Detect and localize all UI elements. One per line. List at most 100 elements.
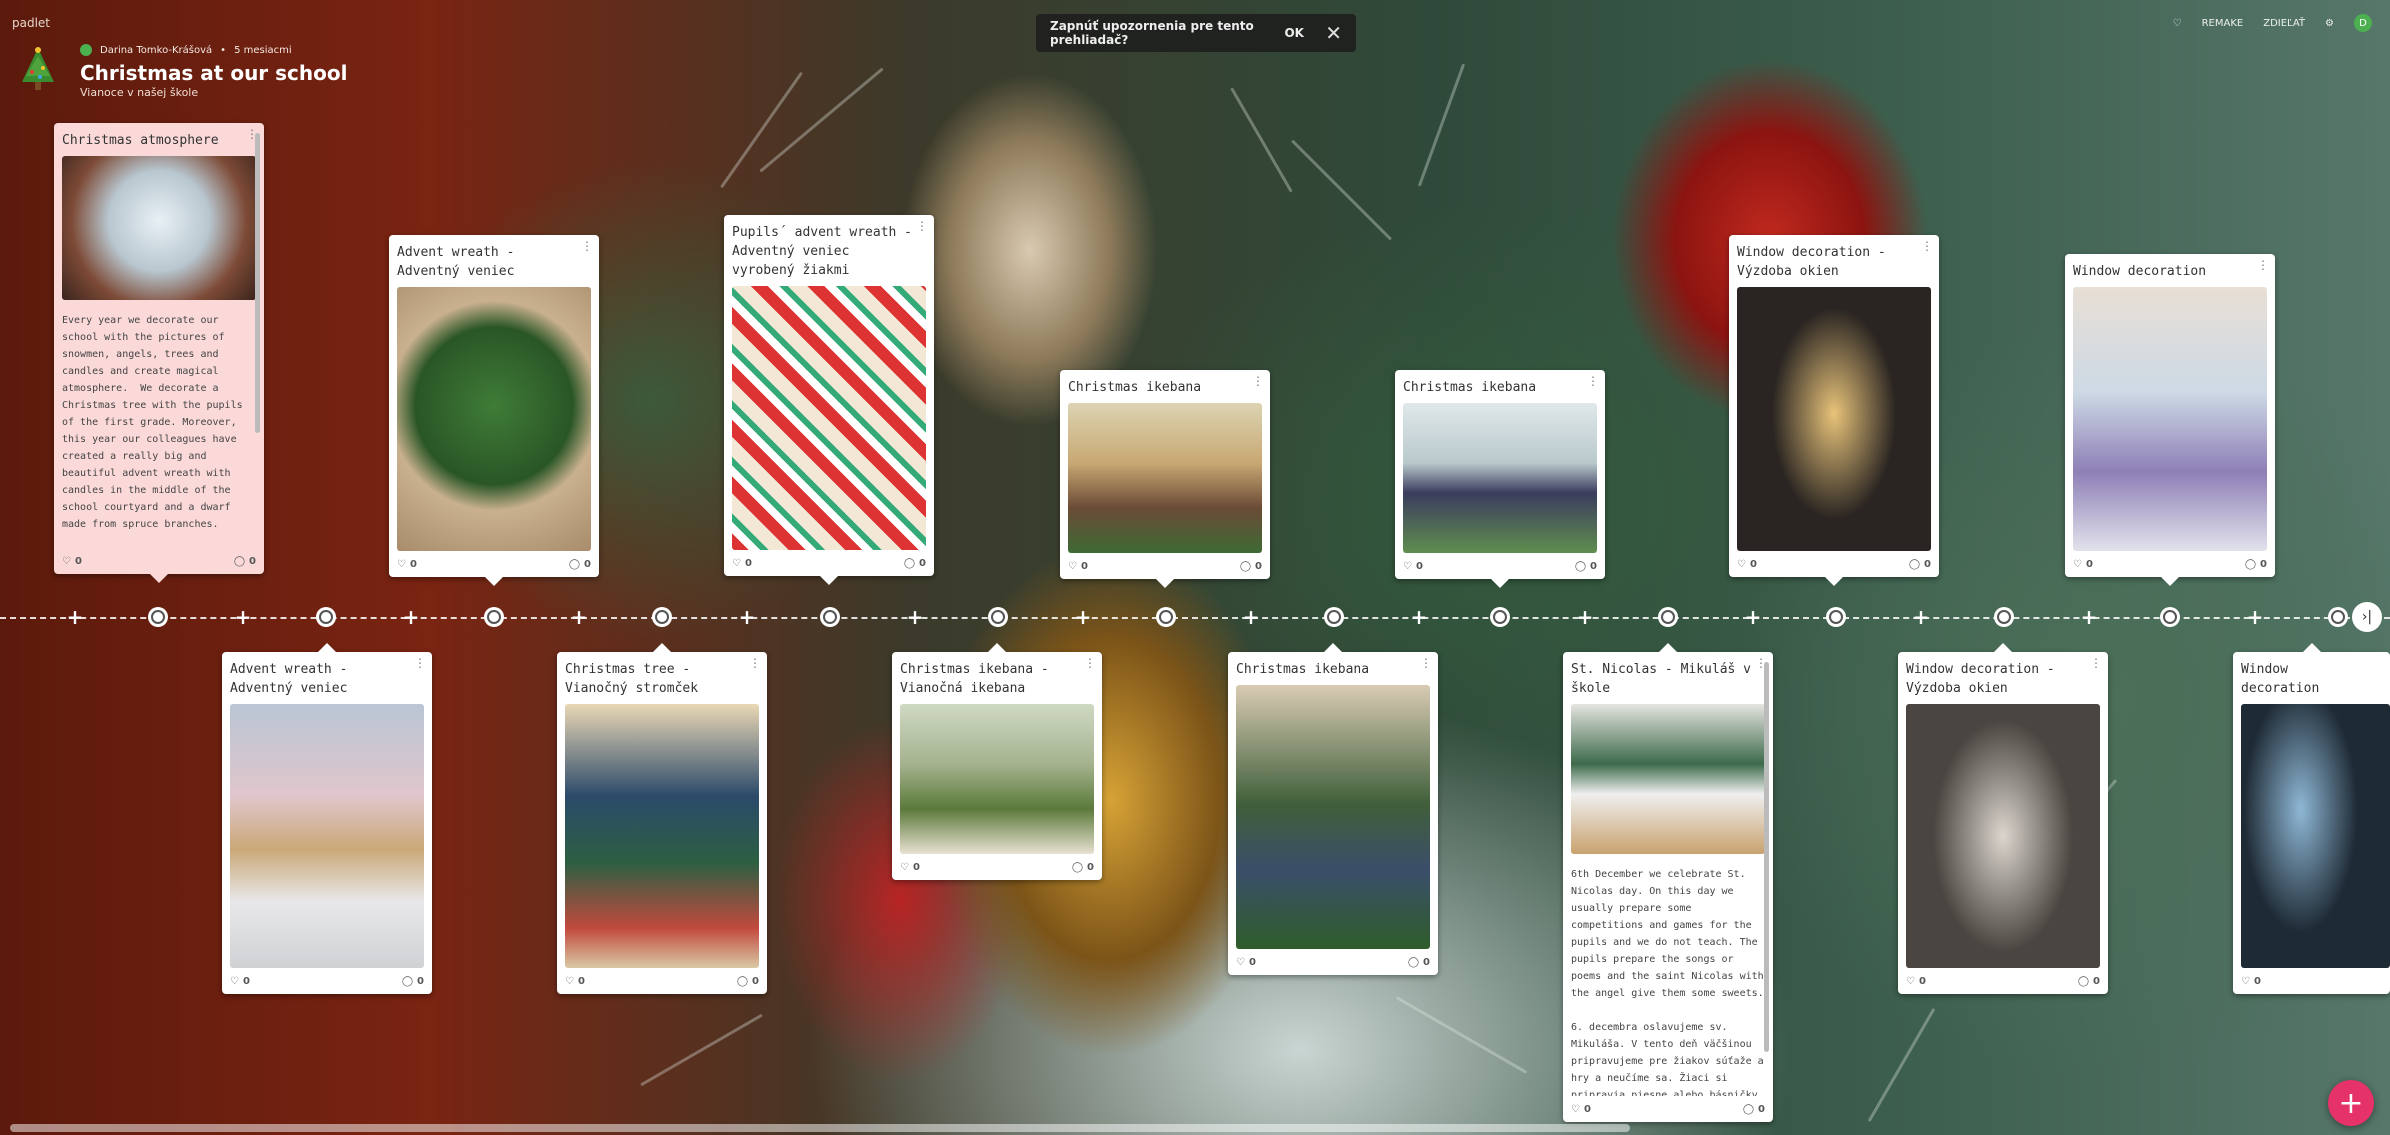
- comment-button[interactable]: ◯ 0: [1575, 561, 1597, 572]
- post-card[interactable]: Window decoration ⋮ ♡ 0 ◯ 0: [2065, 254, 2275, 586]
- comment-button[interactable]: ◯ 0: [402, 976, 424, 987]
- like-button[interactable]: ♡ 0: [1403, 561, 1423, 572]
- timeline-add-icon[interactable]: +: [738, 607, 756, 627]
- post-card[interactable]: Christmas atmosphere ⋮ Every year we dec…: [54, 123, 264, 583]
- like-button[interactable]: ♡ 0: [565, 976, 585, 987]
- like-button[interactable]: ♡ 0: [1571, 1104, 1591, 1115]
- notification-ok-button[interactable]: OK: [1277, 26, 1311, 40]
- like-button[interactable]: ♡ 0: [732, 558, 752, 569]
- more-options-icon[interactable]: ⋮: [1587, 374, 1599, 388]
- timeline-node[interactable]: [148, 607, 168, 627]
- like-button[interactable]: ♡ 0: [900, 862, 920, 873]
- post-image[interactable]: [62, 156, 256, 300]
- comment-button[interactable]: ◯ 0: [1408, 957, 1430, 968]
- horizontal-scrollbar[interactable]: [10, 1124, 1630, 1132]
- post-card[interactable]: Christmas ikebana ⋮ ♡ 0 ◯ 0: [1228, 643, 1438, 975]
- close-icon[interactable]: ✕: [1325, 21, 1342, 45]
- comment-button[interactable]: ◯ 0: [234, 556, 256, 567]
- author-name[interactable]: Darina Tomko-Krášová: [100, 45, 212, 56]
- post-card[interactable]: Christmas ikebana - Vianočná ikebana ⋮ ♡…: [892, 643, 1102, 880]
- timeline-add-icon[interactable]: +: [234, 607, 252, 627]
- timeline-node[interactable]: [1324, 607, 1344, 627]
- timeline-node[interactable]: [1994, 607, 2014, 627]
- post-image[interactable]: [2241, 704, 2390, 968]
- user-avatar[interactable]: D: [2354, 14, 2372, 32]
- timeline-add-icon[interactable]: +: [1744, 607, 1762, 627]
- more-options-icon[interactable]: ⋮: [2257, 258, 2269, 272]
- more-options-icon[interactable]: ⋮: [1921, 239, 1933, 253]
- post-card[interactable]: Christmas ikebana ⋮ ♡ 0 ◯ 0: [1060, 370, 1270, 588]
- like-button[interactable]: ♡ 0: [397, 559, 417, 570]
- timeline-add-icon[interactable]: +: [1912, 607, 1930, 627]
- scrollbar[interactable]: [255, 133, 260, 433]
- like-button[interactable]: ♡ 0: [2073, 559, 2093, 570]
- timeline-add-icon[interactable]: +: [1410, 607, 1428, 627]
- share-button[interactable]: ZDIEĽAŤ: [2263, 18, 2305, 29]
- settings-gear-icon[interactable]: ⚙: [2325, 18, 2334, 29]
- scrollbar[interactable]: [1764, 662, 1769, 1052]
- timeline-node[interactable]: [316, 607, 336, 627]
- comment-button[interactable]: ◯ 0: [1240, 561, 1262, 572]
- comment-button[interactable]: ◯ 0: [1072, 862, 1094, 873]
- timeline-node[interactable]: [1490, 607, 1510, 627]
- post-card[interactable]: Window decoration - Výzdoba okien ⋮ ♡ 0 ◯…: [1898, 643, 2108, 994]
- more-options-icon[interactable]: ⋮: [916, 219, 928, 233]
- timeline-node[interactable]: [1826, 607, 1846, 627]
- comment-button[interactable]: ◯ 0: [1743, 1104, 1765, 1115]
- heart-icon[interactable]: ♡: [2173, 18, 2182, 29]
- like-button[interactable]: ♡ 0: [230, 976, 250, 987]
- post-image[interactable]: [1571, 704, 1765, 854]
- comment-button[interactable]: ◯ 0: [1909, 559, 1931, 570]
- timeline-node[interactable]: [652, 607, 672, 627]
- timeline-add-icon[interactable]: +: [1576, 607, 1594, 627]
- timeline-node[interactable]: [2328, 607, 2348, 627]
- author-avatar[interactable]: [80, 44, 92, 56]
- post-image[interactable]: [1403, 403, 1597, 553]
- timeline-node[interactable]: [820, 607, 840, 627]
- timeline-node[interactable]: [484, 607, 504, 627]
- post-image[interactable]: [1737, 287, 1931, 551]
- timeline-node[interactable]: [988, 607, 1008, 627]
- comment-button[interactable]: ◯ 0: [737, 976, 759, 987]
- post-image[interactable]: [397, 287, 591, 551]
- post-image[interactable]: [900, 704, 1094, 854]
- comment-button[interactable]: ◯ 0: [904, 558, 926, 569]
- post-card[interactable]: Window decoration - Výzdoba okien ⋮ ♡ 0 ◯…: [1729, 235, 1939, 586]
- timeline-add-icon[interactable]: +: [906, 607, 924, 627]
- post-card[interactable]: Advent wreath - Adventný veniec ⋮ ♡ 0 ◯ 0: [389, 235, 599, 586]
- comment-button[interactable]: ◯ 0: [2078, 976, 2100, 987]
- like-button[interactable]: ♡ 0: [1236, 957, 1256, 968]
- more-options-icon[interactable]: ⋮: [414, 656, 426, 670]
- post-image[interactable]: [230, 704, 424, 968]
- like-button[interactable]: ♡ 0: [1906, 976, 1926, 987]
- more-options-icon[interactable]: ⋮: [1252, 374, 1264, 388]
- post-image[interactable]: [2073, 287, 2267, 551]
- more-options-icon[interactable]: ⋮: [2090, 656, 2102, 670]
- more-options-icon[interactable]: ⋮: [581, 239, 593, 253]
- remake-button[interactable]: REMAKE: [2202, 18, 2244, 29]
- more-options-icon[interactable]: ⋮: [1084, 656, 1096, 670]
- like-button[interactable]: ♡ 0: [1068, 561, 1088, 572]
- post-image[interactable]: [1236, 685, 1430, 949]
- post-card[interactable]: Pupils´ advent wreath - Adventný veniec …: [724, 215, 934, 585]
- padlet-logo[interactable]: padlet: [12, 16, 50, 30]
- like-button[interactable]: ♡ 0: [62, 556, 82, 567]
- post-image[interactable]: [732, 286, 926, 550]
- more-options-icon[interactable]: ⋮: [1420, 656, 1432, 670]
- timeline-add-icon[interactable]: +: [2080, 607, 2098, 627]
- timeline-add-icon[interactable]: +: [66, 607, 84, 627]
- timeline-node[interactable]: [1658, 607, 1678, 627]
- like-button[interactable]: ♡ 0: [2241, 976, 2261, 987]
- post-card[interactable]: Advent wreath - Adventný veniec ⋮ ♡ 0 ◯ 0: [222, 643, 432, 994]
- post-image[interactable]: [565, 704, 759, 968]
- timeline-next-button[interactable]: ›|: [2352, 602, 2382, 632]
- add-post-button[interactable]: +: [2328, 1080, 2374, 1126]
- timeline-add-icon[interactable]: +: [1074, 607, 1092, 627]
- timeline-add-icon[interactable]: +: [570, 607, 588, 627]
- post-card[interactable]: St. Nicolas - Mikuláš v škole ⋮ 6th Dece…: [1563, 643, 1773, 1122]
- post-card[interactable]: Christmas ikebana ⋮ ♡ 0 ◯ 0: [1395, 370, 1605, 588]
- timeline-node[interactable]: [1156, 607, 1176, 627]
- like-button[interactable]: ♡ 0: [1737, 559, 1757, 570]
- timeline-add-icon[interactable]: +: [1242, 607, 1260, 627]
- post-image[interactable]: [1068, 403, 1262, 553]
